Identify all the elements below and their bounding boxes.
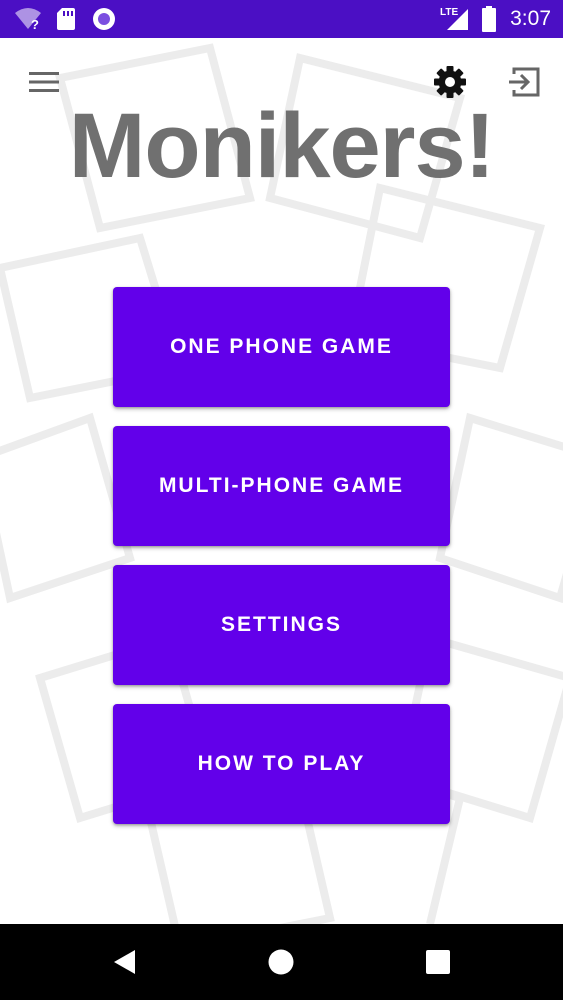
status-bar: ? LTE 3:07 [0, 0, 563, 38]
back-triangle-icon[interactable] [111, 948, 139, 976]
battery-icon [481, 6, 497, 37]
status-time: 3:07 [510, 7, 551, 30]
how-to-play-button[interactable]: HOW TO PLAY [113, 704, 450, 824]
navigation-bar [0, 924, 563, 1000]
recording-circle-icon [92, 7, 116, 36]
app-title: Monikers! [68, 95, 496, 197]
svg-text:?: ? [31, 17, 39, 31]
one-phone-game-button[interactable]: ONE PHONE GAME [113, 287, 450, 407]
app-screen: ? LTE 3:07 Monikers! ONE PHONE GAME MULT… [0, 0, 563, 1000]
sd-card-icon [56, 7, 76, 36]
main-content: Monikers! ONE PHONE GAME MULTI-PHONE GAM… [0, 38, 563, 924]
multi-phone-game-button[interactable]: MULTI-PHONE GAME [113, 426, 450, 546]
svg-text:LTE: LTE [440, 7, 458, 18]
wifi-unknown-icon: ? [14, 7, 42, 36]
lte-signal-icon: LTE [440, 5, 470, 36]
settings-button[interactable]: SETTINGS [113, 565, 450, 685]
recents-square-icon[interactable] [424, 948, 452, 976]
home-circle-icon[interactable] [267, 948, 295, 976]
